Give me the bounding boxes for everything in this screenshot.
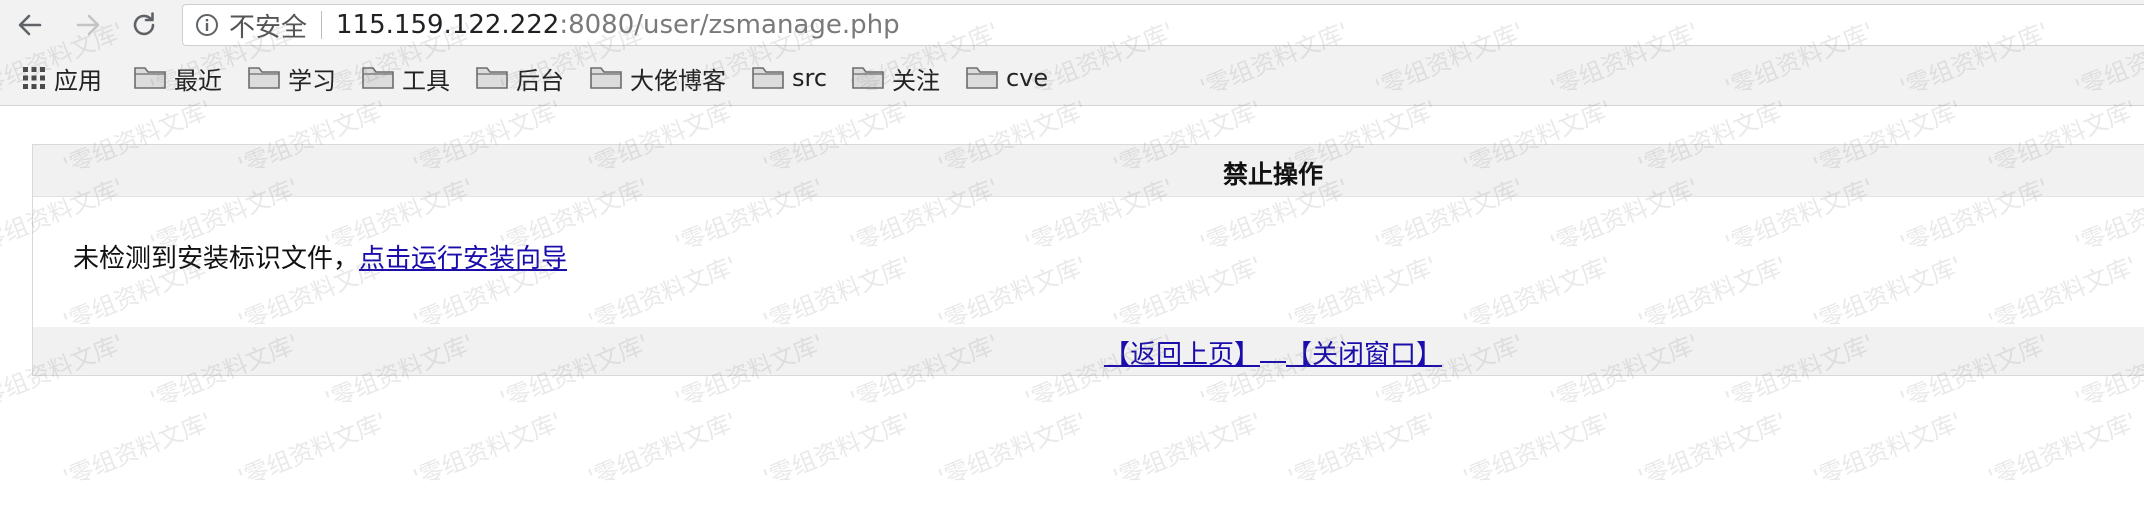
bookmark-folder-tools[interactable]: 工具 — [362, 61, 450, 95]
bookmark-label: 大佬博客 — [630, 66, 726, 95]
folder-icon — [590, 66, 622, 90]
info-circle-icon[interactable] — [195, 13, 219, 37]
folder-icon — [134, 66, 166, 90]
url-host: 115.159.122.222 — [336, 10, 560, 40]
panel-body: 未检测到安装标识文件，点击运行安装向导 — [33, 197, 2144, 325]
close-window-link[interactable]: 【关闭窗口】 — [1286, 340, 1442, 370]
bookmark-apps[interactable]: 应用 — [22, 61, 102, 95]
forward-button[interactable] — [70, 7, 106, 43]
panel-title: 禁止操作 — [1222, 160, 1324, 189]
bookmark-folder-follow[interactable]: 关注 — [852, 61, 940, 95]
bookmark-folder-blogs[interactable]: 大佬博客 — [590, 61, 726, 95]
bookmark-label: cve — [1006, 64, 1049, 92]
bookmark-folder-recent[interactable]: 最近 — [134, 61, 222, 95]
install-wizard-link[interactable]: 点击运行安装向导 — [359, 244, 567, 274]
bookmark-label: 关注 — [892, 66, 940, 95]
folder-icon — [476, 66, 508, 90]
bookmark-label: 应用 — [54, 66, 102, 95]
bookmarks-bar: 应用 最近 学习 工具 后台 大佬博客 src 关注 cve — [0, 50, 2144, 106]
security-label[interactable]: 不安全 — [229, 7, 307, 44]
folder-icon — [752, 66, 784, 90]
bookmark-label: 最近 — [174, 66, 222, 95]
forward-arrow-icon — [76, 14, 100, 36]
folder-icon — [966, 66, 998, 90]
address-bar[interactable]: 不安全 115.159.122.222:8080/user/zsmanage.p… — [182, 4, 2144, 46]
back-arrow-icon — [18, 14, 42, 36]
bookmark-label: 后台 — [516, 66, 564, 95]
omnibox-divider — [321, 11, 323, 39]
browser-toolbar: 不安全 115.159.122.222:8080/user/zsmanage.p… — [0, 0, 2144, 50]
bookmark-label: 工具 — [402, 66, 450, 95]
url-path: :8080/user/zsmanage.php — [559, 10, 900, 40]
link-spacer — [1260, 339, 1287, 363]
folder-icon — [248, 66, 280, 90]
bookmark-folder-study[interactable]: 学习 — [248, 61, 336, 95]
panel-footer: 【返回上页】 【关闭窗口】 — [33, 327, 2144, 375]
bookmark-label: src — [792, 64, 828, 92]
folder-icon — [852, 66, 884, 90]
bookmark-folder-src[interactable]: src — [752, 61, 827, 95]
reload-icon — [133, 12, 155, 36]
install-message: 未检测到安装标识文件，点击运行安装向导 — [73, 238, 567, 275]
back-button[interactable] — [12, 7, 48, 43]
reload-button[interactable] — [126, 7, 162, 43]
bookmark-folder-cve[interactable]: cve — [966, 61, 1048, 95]
message-text: 未检测到安装标识文件， — [73, 244, 360, 274]
page-content: 禁止操作 未检测到安装标识文件，点击运行安装向导 【返回上页】 【关闭窗口】 — [0, 106, 2144, 512]
bookmark-folder-backend[interactable]: 后台 — [476, 61, 564, 95]
apps-grid-icon — [22, 66, 46, 90]
message-panel: 禁止操作 未检测到安装标识文件，点击运行安装向导 【返回上页】 【关闭窗口】 — [32, 144, 2144, 376]
folder-icon — [362, 66, 394, 90]
bookmark-label: 学习 — [288, 66, 336, 95]
footer-links: 【返回上页】 【关闭窗口】 — [1104, 334, 1442, 371]
panel-header: 禁止操作 — [33, 145, 2144, 197]
back-page-link[interactable]: 【返回上页】 — [1104, 340, 1260, 370]
